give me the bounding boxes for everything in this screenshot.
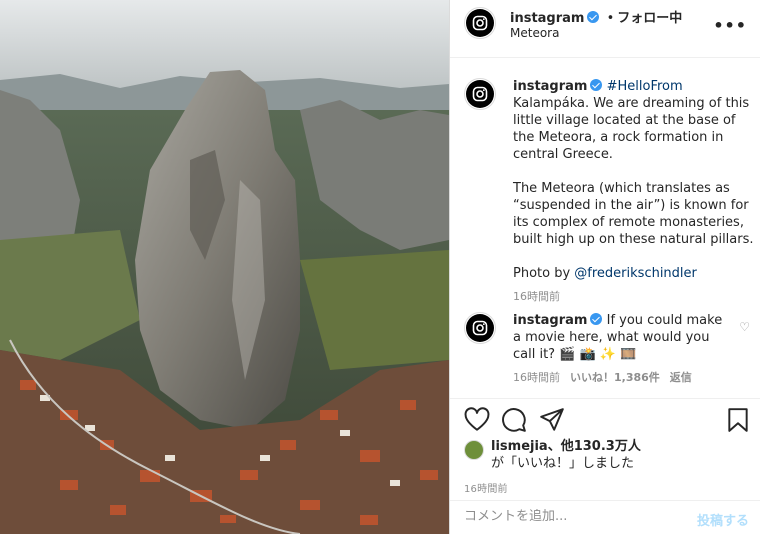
bookmark-icon[interactable] xyxy=(725,407,751,433)
post-panel: instagram • フォロー中 Meteora ••• instagram #… xyxy=(449,0,760,534)
instagram-logo-icon xyxy=(472,86,488,102)
comment-icon[interactable] xyxy=(501,407,527,433)
likes-count[interactable]: 、他130.3万人 xyxy=(548,439,641,454)
share-icon[interactable] xyxy=(539,407,565,433)
caption-text: instagram #HelloFrom Kalampáka. We are d… xyxy=(513,78,754,282)
comment-like-heart-icon[interactable]: ♡ xyxy=(739,320,750,334)
comment-time[interactable]: 16時間前 xyxy=(513,371,560,384)
more-horizontal-icon[interactable]: ••• xyxy=(713,18,747,34)
post-photo[interactable] xyxy=(0,0,449,534)
likes-summary: lismejia、他130.3万人 が「いいね！」しました xyxy=(464,438,754,472)
hashtag-link[interactable]: #HelloFrom xyxy=(607,79,683,94)
avatar[interactable] xyxy=(464,312,496,344)
separator: • xyxy=(606,11,615,26)
liker-username[interactable]: lismejia xyxy=(491,439,548,454)
location-link[interactable]: Meteora xyxy=(510,26,559,40)
post-button[interactable]: 投稿する xyxy=(697,510,749,529)
instagram-logo-icon xyxy=(472,320,488,336)
username-link[interactable]: instagram xyxy=(510,11,584,26)
post-header: instagram • フォロー中 Meteora ••• xyxy=(450,0,760,58)
comment-text: instagram If you could make a movie here… xyxy=(513,312,754,363)
instagram-logo-icon xyxy=(472,15,488,31)
comment-item: instagram If you could make a movie here… xyxy=(464,312,754,385)
header-title: instagram • フォロー中 xyxy=(510,7,682,26)
comment-input[interactable] xyxy=(464,509,674,524)
comments-list[interactable]: instagram #HelloFrom Kalampáka. We are d… xyxy=(450,58,760,398)
liker-avatar[interactable] xyxy=(464,440,484,460)
verified-badge-icon xyxy=(590,79,603,91)
comment-form: 投稿する xyxy=(450,500,760,534)
verified-badge-icon xyxy=(587,11,600,23)
caption-text-2: The Meteora (which translates as “suspen… xyxy=(513,181,754,247)
meteora-photo xyxy=(0,0,449,534)
heart-icon[interactable] xyxy=(464,407,490,433)
action-bar xyxy=(450,398,760,438)
avatar[interactable] xyxy=(464,7,496,39)
likes-suffix: が「いいね！」しました xyxy=(491,456,635,471)
username-link[interactable]: instagram xyxy=(513,79,587,94)
caption: instagram #HelloFrom Kalampáka. We are d… xyxy=(464,78,754,304)
following-button[interactable]: フォロー中 xyxy=(617,11,682,26)
reply-button[interactable]: 返信 xyxy=(670,371,692,384)
avatar[interactable] xyxy=(464,78,496,110)
photo-credit: Photo by xyxy=(513,266,575,281)
caption-time[interactable]: 16時間前 xyxy=(513,288,754,304)
verified-badge-icon xyxy=(590,313,603,325)
post-time[interactable]: 16時間前 xyxy=(464,480,508,495)
comment-meta: 16時間前 いいね！1,386件 返信 xyxy=(513,369,754,385)
mention-link[interactable]: @frederikschindler xyxy=(574,266,697,281)
username-link[interactable]: instagram xyxy=(513,313,587,328)
comment-likes[interactable]: いいね！1,386件 xyxy=(570,371,660,384)
